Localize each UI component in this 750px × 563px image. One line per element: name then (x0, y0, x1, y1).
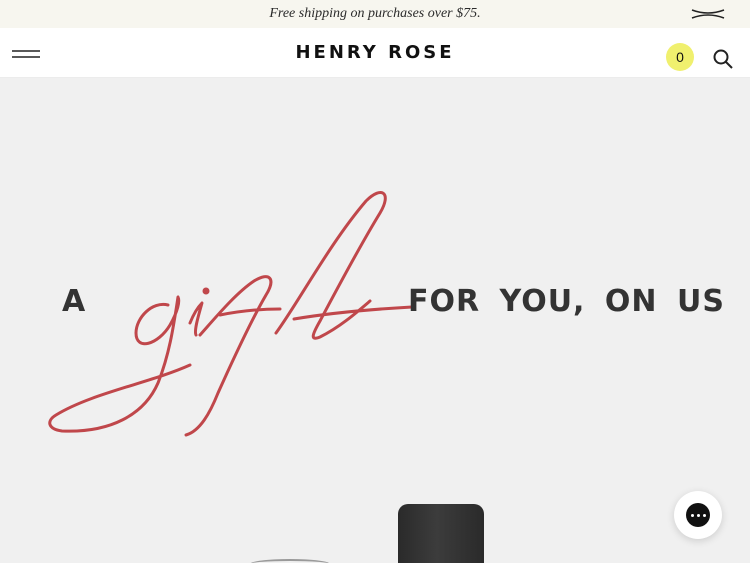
close-icon[interactable] (690, 7, 726, 21)
site-header: HENRY ROSE 0 (0, 28, 750, 78)
chat-button[interactable] (674, 491, 722, 539)
product-bottle-image (250, 559, 330, 563)
product-bottle-image (398, 504, 484, 563)
announcement-bar: Free shipping on purchases over $75. (0, 0, 750, 28)
hero-banner[interactable]: A FOR YOU, ON US (0, 78, 750, 563)
cart-count-badge[interactable]: 0 (666, 43, 694, 71)
announcement-text: Free shipping on purchases over $75. (269, 6, 481, 21)
gift-script-graphic (48, 191, 414, 437)
site-logo[interactable]: HENRY ROSE (0, 42, 750, 63)
search-icon[interactable] (712, 48, 734, 70)
hero-text-rest: FOR YOU, ON US (408, 284, 725, 319)
chat-icon (686, 503, 710, 527)
